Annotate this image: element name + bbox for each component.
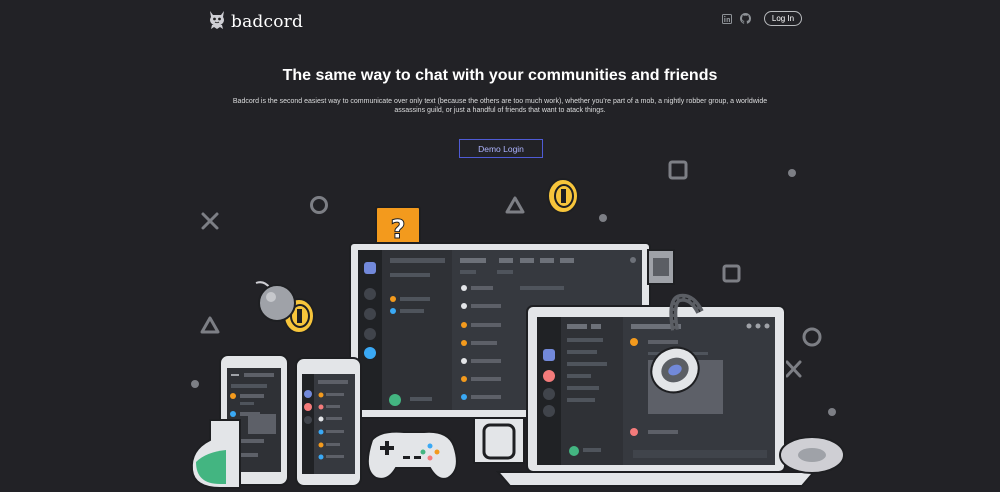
game-controller-icon <box>366 430 458 480</box>
svg-text:?: ? <box>390 215 405 245</box>
square-shape-right <box>722 264 741 283</box>
disc-icon <box>779 436 845 474</box>
x-shape-right <box>785 360 802 378</box>
ring-shape-left <box>310 196 328 214</box>
dot-shape-1 <box>788 169 796 177</box>
laptop <box>495 305 817 487</box>
x-shape-left <box>201 212 219 230</box>
dot-shape-2 <box>599 214 607 222</box>
coin-icon-top <box>547 178 579 214</box>
phone-right <box>295 357 362 487</box>
cartridge-device <box>647 249 675 285</box>
triangle-shape-top <box>505 196 525 214</box>
triangle-shape-left <box>200 316 220 334</box>
dot-shape-4 <box>191 380 199 388</box>
dot-shape-3 <box>828 408 836 416</box>
question-block-icon: ? <box>375 206 421 246</box>
square-shape-top <box>668 160 688 180</box>
bomb-icon <box>255 281 296 322</box>
potion-bottle-icon <box>190 419 241 489</box>
ring-shape-right <box>802 327 822 347</box>
hero-illustration: ? <box>190 160 845 489</box>
